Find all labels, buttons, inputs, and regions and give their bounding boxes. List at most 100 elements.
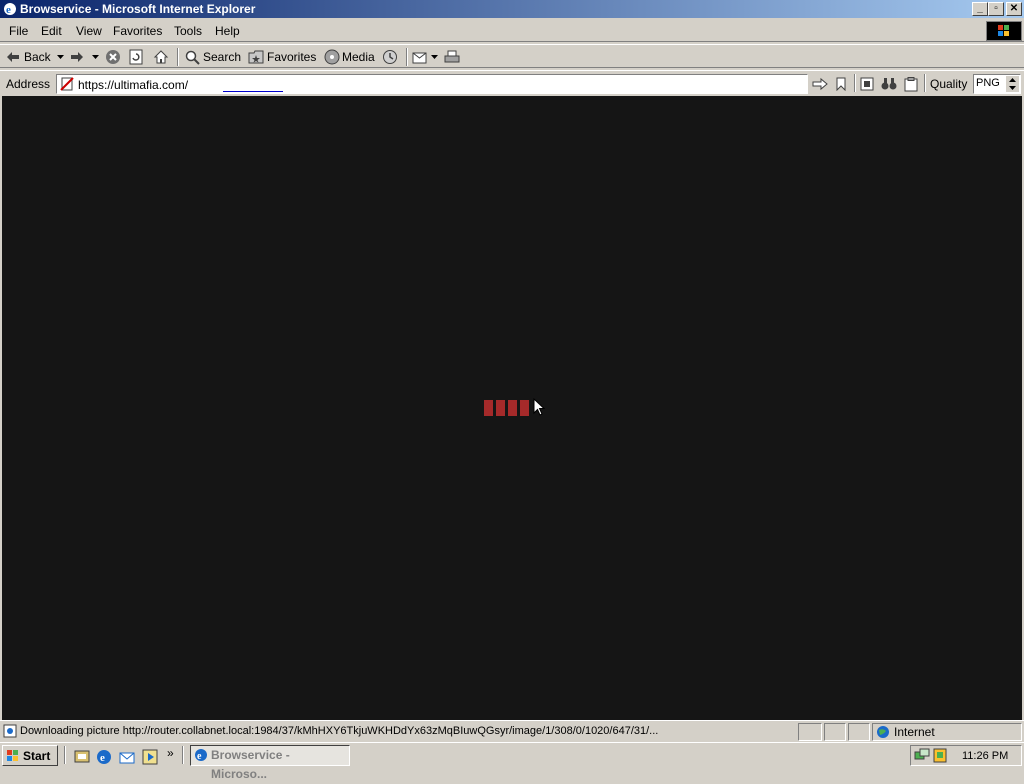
quality-select[interactable]: PNG xyxy=(973,74,1021,94)
page-content[interactable] xyxy=(2,96,1022,720)
address-input[interactable]: https://ultimafia.com/ xyxy=(56,74,808,94)
stop-button[interactable] xyxy=(105,47,121,67)
page-save-icon xyxy=(860,77,874,91)
back-dropdown-icon[interactable] xyxy=(56,55,64,59)
status-panel xyxy=(798,723,822,741)
network-tray-icon[interactable] xyxy=(914,748,930,763)
loading-bar xyxy=(520,400,529,416)
media-player-icon[interactable] xyxy=(142,749,158,765)
system-clock[interactable]: 11:26 PM xyxy=(962,750,1008,762)
refresh-icon xyxy=(129,49,143,65)
ie-window-icon: e xyxy=(195,749,207,762)
refresh-button[interactable] xyxy=(129,47,143,67)
search-button[interactable]: Search xyxy=(185,47,241,67)
quality-spinner-icon[interactable] xyxy=(1006,76,1019,92)
bookmark-icon xyxy=(836,77,846,91)
restore-button[interactable]: ▫ xyxy=(988,2,1004,16)
mail-dropdown-icon[interactable] xyxy=(431,55,438,59)
toolbar-separator xyxy=(406,48,408,66)
go-button[interactable] xyxy=(812,74,828,94)
loading-indicator xyxy=(484,400,529,416)
favorites-button[interactable]: Favorites xyxy=(248,47,316,67)
clipboard-icon xyxy=(904,76,918,91)
security-tray-icon[interactable] xyxy=(933,748,947,763)
taskbar: Start e » e Browservice - Microso... 11:… xyxy=(0,742,1024,781)
forward-dropdown-icon[interactable] xyxy=(92,55,99,59)
internet-globe-icon xyxy=(877,726,889,738)
address-bar: Address https://ultimafia.com/ Quality P… xyxy=(0,70,1024,96)
address-separator xyxy=(854,74,856,92)
page-no-entry-icon xyxy=(60,77,74,91)
media-label: Media xyxy=(342,50,375,64)
quality-label: Quality xyxy=(930,77,968,91)
back-button[interactable]: Back xyxy=(6,47,64,67)
media-button[interactable]: Media xyxy=(324,47,375,67)
standard-toolbar: Back Search Favorites Media xyxy=(0,44,1024,68)
start-button[interactable]: Start xyxy=(2,745,58,766)
go-arrow-icon xyxy=(812,77,828,91)
menu-file[interactable]: File xyxy=(9,24,28,38)
outlook-express-icon[interactable] xyxy=(119,749,135,765)
print-button[interactable] xyxy=(444,47,460,67)
svg-text:e: e xyxy=(100,752,105,764)
windows-logo-icon xyxy=(986,21,1022,41)
menu-view[interactable]: View xyxy=(76,24,102,38)
loading-bar xyxy=(496,400,505,416)
window-titlebar: e Browservice - Microsoft Internet Explo… xyxy=(0,0,1024,18)
favorites-folder-icon xyxy=(248,50,264,64)
mail-icon xyxy=(412,52,427,64)
clipboard-button[interactable] xyxy=(904,74,918,94)
taskbar-window-button[interactable]: e Browservice - Microso... xyxy=(190,745,350,781)
mouse-pointer-icon xyxy=(533,398,545,416)
minimize-button[interactable]: _ xyxy=(972,2,988,16)
back-label: Back xyxy=(24,50,51,64)
status-text: Downloading picture http://router.collab… xyxy=(20,725,659,737)
taskbar-separator xyxy=(64,746,66,764)
taskbar-separator xyxy=(182,746,184,764)
page-loading-icon xyxy=(3,724,17,738)
windows-flag-icon xyxy=(7,750,18,761)
home-button[interactable] xyxy=(153,47,169,67)
svg-text:e: e xyxy=(197,751,202,762)
show-desktop-icon[interactable] xyxy=(74,749,90,764)
window-title: Browservice - Microsoft Internet Explore… xyxy=(20,2,256,16)
media-icon xyxy=(324,49,340,65)
forward-button[interactable] xyxy=(70,47,99,67)
quality-value: PNG xyxy=(976,77,1000,89)
close-button[interactable]: ✕ xyxy=(1006,2,1022,16)
ie-logo-icon: e xyxy=(4,3,16,16)
bookmark-button[interactable] xyxy=(835,74,847,94)
address-label: Address xyxy=(6,77,51,91)
page-save-button[interactable] xyxy=(860,74,874,94)
taskbar-window-label: Browservice - Microso... xyxy=(211,748,290,781)
status-panel xyxy=(824,723,846,741)
menu-favorites[interactable]: Favorites xyxy=(113,24,162,38)
menu-bar: File Edit View Favorites Tools Help xyxy=(0,20,1024,42)
text-cursor-underline xyxy=(223,91,283,92)
svg-text:e: e xyxy=(6,4,11,16)
security-zone-label: Internet xyxy=(894,725,935,739)
quicklaunch-chevron[interactable]: » xyxy=(167,746,174,760)
find-button[interactable] xyxy=(881,74,897,94)
forward-arrow-icon xyxy=(71,52,83,62)
toolbar-separator xyxy=(177,48,179,66)
ie-quicklaunch-icon[interactable]: e xyxy=(96,749,112,765)
status-panel xyxy=(848,723,870,741)
address-url: https://ultimafia.com/ xyxy=(78,78,189,92)
history-button[interactable] xyxy=(382,47,398,67)
loading-bar xyxy=(484,400,493,416)
status-bar: Downloading picture http://router.collab… xyxy=(0,720,1024,742)
home-icon xyxy=(153,50,169,64)
address-separator xyxy=(924,74,926,92)
back-arrow-icon xyxy=(7,52,19,62)
print-icon xyxy=(444,50,460,63)
search-icon xyxy=(185,50,200,65)
mail-button[interactable] xyxy=(412,47,438,67)
menu-help[interactable]: Help xyxy=(215,24,240,38)
menu-edit[interactable]: Edit xyxy=(41,24,62,38)
favorites-label: Favorites xyxy=(267,50,317,64)
loading-bar xyxy=(508,400,517,416)
history-icon xyxy=(383,50,397,64)
menu-tools[interactable]: Tools xyxy=(174,24,202,38)
stop-icon xyxy=(106,50,120,64)
